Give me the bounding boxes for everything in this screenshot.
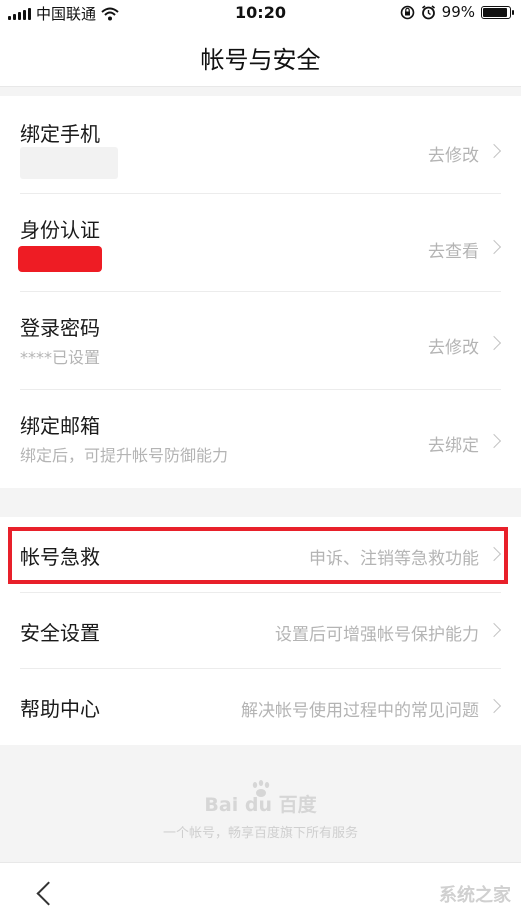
account-binding-section: 绑定手机 去修改 身份认证 去查看 登录密码 ****已设置 去修改 绑定邮箱 … (0, 96, 521, 488)
row-title: 帮助中心 (20, 697, 100, 721)
watermark: 系统之家 (439, 885, 511, 906)
row-title: 登录密码 (20, 316, 100, 340)
chevron-right-icon (486, 433, 502, 449)
row-action: 去绑定 (428, 436, 479, 456)
row-title: 绑定手机 (20, 122, 100, 146)
bind-email-row[interactable]: 绑定邮箱 绑定后，可提升帐号防御能力 去绑定 (0, 390, 521, 488)
highlight-box (8, 527, 508, 584)
status-bar: 中国联通 10:20 99% (0, 0, 521, 26)
lock-rotation-icon (400, 5, 414, 19)
baidu-logo: Bai du 百度 (204, 794, 317, 816)
chevron-right-icon (486, 335, 502, 351)
back-arrow-icon[interactable] (36, 881, 61, 906)
row-title: 绑定邮箱 (20, 414, 100, 438)
battery-icon (481, 5, 514, 19)
login-password-row[interactable]: 登录密码 ****已设置 去修改 (0, 292, 521, 390)
bind-phone-row[interactable]: 绑定手机 去修改 (0, 96, 521, 194)
row-action: 去修改 (428, 338, 479, 358)
row-action: 去修改 (428, 146, 479, 166)
phone-number-blurred (20, 147, 118, 179)
help-center-row[interactable]: 帮助中心 解决帐号使用过程中的常见问题 (0, 669, 521, 745)
row-action: 解决帐号使用过程中的常见问题 (241, 701, 479, 721)
alarm-icon (421, 4, 435, 19)
chevron-right-icon (486, 143, 502, 159)
nav-bar: 帐号与安全 (0, 26, 521, 87)
identity-redaction (18, 246, 102, 272)
battery-fill (483, 7, 507, 17)
row-title: 身份认证 (20, 218, 100, 242)
identity-verify-row[interactable]: 身份认证 去查看 (0, 194, 521, 292)
bottom-toolbar: 系统之家 (0, 862, 521, 923)
security-settings-row[interactable]: 安全设置 设置后可增强帐号保护能力 (0, 593, 521, 669)
row-subtitle: ****已设置 (20, 348, 101, 367)
chevron-right-icon (486, 239, 502, 255)
battery-percent: 99% (441, 3, 475, 21)
row-subtitle: 绑定后，可提升帐号防御能力 (20, 446, 229, 465)
page-title: 帐号与安全 (200, 46, 321, 74)
row-action: 去查看 (428, 242, 479, 262)
status-right: 99% (400, 3, 514, 21)
row-action: 设置后可增强帐号保护能力 (275, 625, 479, 645)
footer-slogan: 一个帐号，畅享百度旗下所有服务 (162, 826, 358, 841)
chevron-right-icon (486, 698, 502, 714)
row-title: 安全设置 (20, 621, 100, 645)
chevron-right-icon (486, 622, 502, 638)
